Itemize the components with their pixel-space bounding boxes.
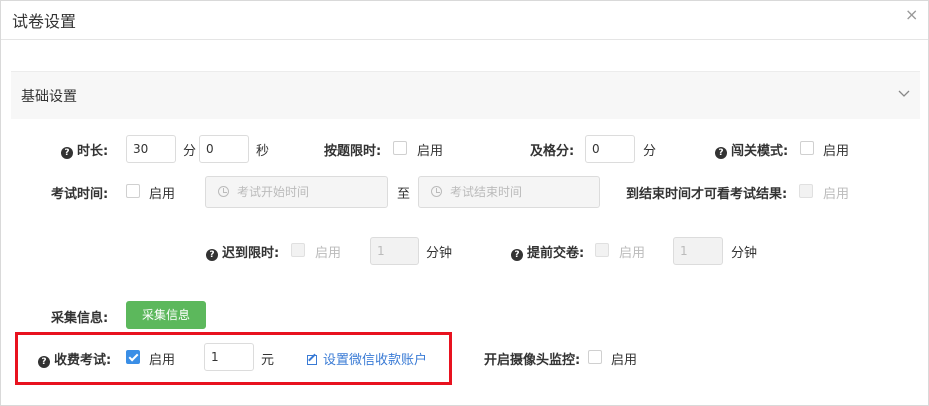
late-limit-label: ? 迟到限时: [206,242,279,261]
collect-info-button[interactable]: 采集信息 [126,301,206,329]
level-mode-label: ? 闯关模式: [715,140,788,159]
clock-icon [218,186,229,197]
edit-icon [307,355,317,365]
level-mode-checkbox[interactable] [800,141,814,155]
fee-amount-input[interactable]: 1 [204,343,254,371]
pass-score-input[interactable]: 0 [585,135,635,163]
duration-seconds-input[interactable]: 0 [199,135,249,163]
help-icon[interactable]: ? [715,147,727,159]
help-icon[interactable]: ? [511,249,523,261]
camera-monitor-checkbox[interactable] [588,350,602,364]
collect-info-label: 采集信息: [51,311,109,326]
late-limit-checkbox[interactable] [291,243,305,257]
duration-minutes-input[interactable]: 30 [126,135,176,163]
chevron-down-icon[interactable] [897,86,911,100]
camera-monitor-enable-label: 启用 [611,353,638,368]
fee-unit: 元 [261,353,275,368]
exam-time-checkbox[interactable] [126,184,140,198]
pass-score-label: 及格分: [530,144,575,159]
seconds-unit: 秒 [256,144,270,159]
late-limit-enable-label: 启用 [315,246,342,261]
basic-settings-header[interactable]: 基础设置 [11,71,920,119]
early-submit-label: ? 提前交卷: [511,242,584,261]
set-wechat-account-link[interactable]: 设置微信收款账户 [307,349,427,368]
exam-time-enable-label: 启用 [149,187,176,202]
pass-score-unit: 分 [643,144,657,159]
late-limit-input[interactable]: 1 [370,237,419,265]
help-icon[interactable]: ? [206,249,218,261]
camera-monitor-label: 开启摄像头监控: [484,353,581,368]
minutes-unit: 分 [183,144,197,159]
to-separator: 至 [397,187,411,202]
show-result-checkbox[interactable] [799,184,813,198]
section-title: 基础设置 [21,89,77,105]
divider [1,39,928,40]
early-submit-input[interactable]: 1 [673,237,723,265]
exam-settings-dialog: 试卷设置 × 基础设置 ? 时长: 30 分 0 秒 按题限时: 启用 及格分: … [0,0,929,406]
per-question-label: 按题限时: [324,144,382,159]
early-submit-unit: 分钟 [731,246,758,261]
per-question-enable-label: 启用 [417,144,444,159]
show-result-enable-label: 启用 [823,187,850,202]
late-limit-unit: 分钟 [426,246,453,261]
start-time-input[interactable]: 考试开始时间 [205,176,388,208]
help-icon[interactable]: ? [38,356,50,368]
end-time-input[interactable]: 考试结束时间 [418,176,600,208]
paid-exam-enable-label: 启用 [149,353,176,368]
clock-icon [431,186,442,197]
close-icon[interactable]: × [905,5,918,24]
dialog-title: 试卷设置 [12,12,77,31]
paid-exam-checkbox[interactable] [126,350,140,364]
early-submit-enable-label: 启用 [619,246,646,261]
exam-time-label: 考试时间: [51,187,109,202]
per-question-checkbox[interactable] [393,141,407,155]
duration-label: ? 时长: [61,140,108,159]
early-submit-checkbox[interactable] [595,243,609,257]
level-mode-enable-label: 启用 [823,144,850,159]
show-result-after-end-label: 到结束时间才可看考试结果: [626,187,788,202]
help-icon[interactable]: ? [61,147,73,159]
paid-exam-label: ? 收费考试: [38,349,111,368]
